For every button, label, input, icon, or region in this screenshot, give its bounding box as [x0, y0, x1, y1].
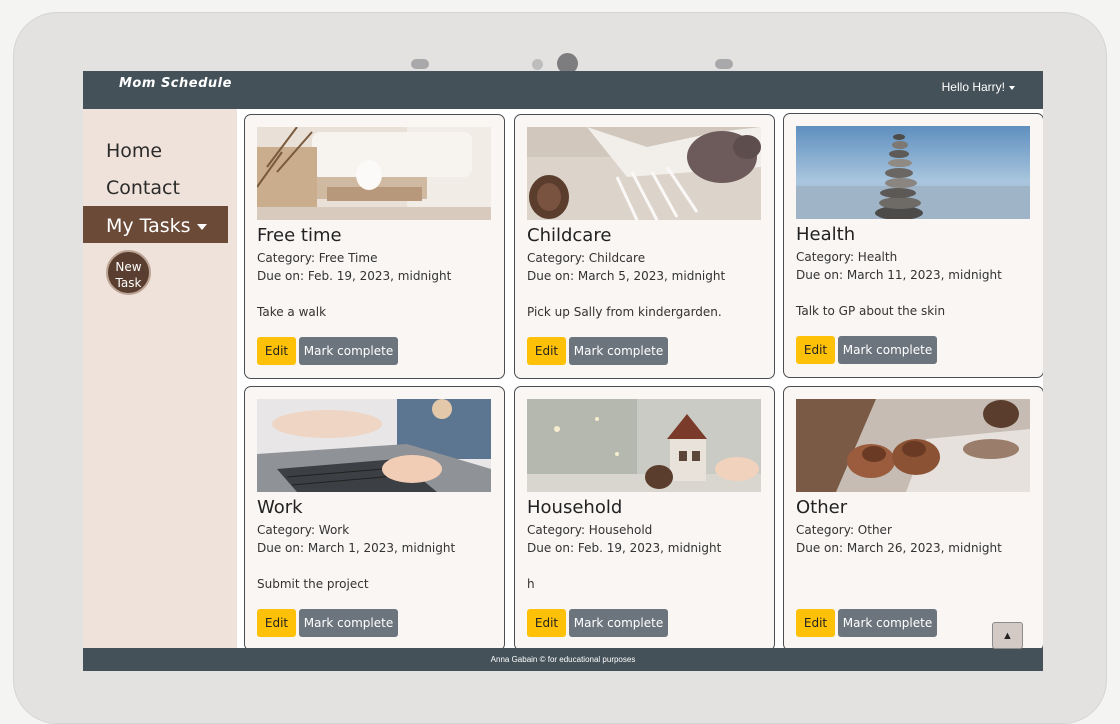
new-task-label-line2: Task	[115, 275, 142, 290]
task-card-work: Work Category: Work Due on: March 1, 202…	[244, 386, 505, 651]
task-card-health: Health Category: Health Due on: March 11…	[783, 113, 1043, 378]
task-card-other: Other Category: Other Due on: March 26, …	[783, 386, 1043, 651]
mark-complete-button[interactable]: Mark complete	[299, 337, 398, 365]
task-image-work	[257, 399, 491, 492]
task-grid: Free time Category: Free Time Due on: Fe…	[237, 109, 1043, 651]
sidebar-item-my-tasks[interactable]: My Tasks	[83, 206, 228, 243]
task-card-free-time: Free time Category: Free Time Due on: Fe…	[244, 114, 505, 379]
new-task-label-line1: New	[115, 259, 142, 274]
task-image-other	[796, 399, 1030, 492]
edit-button[interactable]: Edit	[796, 609, 835, 637]
task-category: Category: Other	[796, 523, 892, 537]
task-description: Talk to GP about the skin	[796, 304, 946, 318]
task-category: Category: Household	[527, 523, 653, 537]
task-image-health	[796, 126, 1030, 219]
footer: Anna Gabain © for educational purposes	[83, 648, 1043, 671]
chevron-down-icon	[1009, 85, 1015, 90]
edit-button[interactable]: Edit	[257, 609, 296, 637]
task-title: Other	[796, 497, 848, 518]
sidebar-item-contact[interactable]: Contact	[106, 177, 180, 199]
edit-button[interactable]: Edit	[527, 609, 566, 637]
task-description: h	[527, 577, 535, 591]
edit-button[interactable]: Edit	[527, 337, 566, 365]
task-due-date: Due on: March 11, 2023, midnight	[796, 268, 1002, 282]
task-title: Health	[796, 224, 856, 245]
task-due-date: Due on: March 5, 2023, midnight	[527, 269, 726, 283]
mark-complete-button[interactable]: Mark complete	[299, 609, 398, 637]
task-title: Free time	[257, 225, 342, 246]
footer-text: Anna Gabain © for educational purposes	[490, 655, 636, 664]
scroll-to-top-button[interactable]: ▲	[992, 622, 1023, 649]
task-card-household: Household Category: Household Due on: Fe…	[514, 386, 775, 651]
new-task-button[interactable]: New Task	[106, 250, 151, 295]
task-description: Pick up Sally from kindergarden.	[527, 305, 722, 319]
task-image-childcare	[527, 127, 761, 220]
task-due-date: Due on: Feb. 19, 2023, midnight	[527, 541, 722, 555]
sidebar-item-home[interactable]: Home	[106, 140, 162, 162]
edit-button[interactable]: Edit	[796, 336, 835, 364]
task-card-childcare: Childcare Category: Childcare Due on: Ma…	[514, 114, 775, 379]
task-due-date: Due on: March 26, 2023, midnight	[796, 541, 1002, 555]
task-title: Work	[257, 497, 303, 518]
task-category: Category: Work	[257, 523, 350, 537]
sidebar-item-label: My Tasks	[106, 215, 191, 237]
mark-complete-button[interactable]: Mark complete	[838, 336, 937, 364]
app-screen: Mom Schedule Hello Harry! Home Contact M…	[83, 71, 1043, 671]
mark-complete-button[interactable]: Mark complete	[569, 337, 668, 365]
mark-complete-button[interactable]: Mark complete	[569, 609, 668, 637]
brand-logo[interactable]: Mom Schedule	[119, 76, 232, 91]
task-due-date: Due on: March 1, 2023, midnight	[257, 541, 456, 555]
sidebar: Home Contact My Tasks New Task	[83, 109, 237, 648]
mark-complete-button[interactable]: Mark complete	[838, 609, 937, 637]
task-image-free-time	[257, 127, 491, 220]
task-image-household	[527, 399, 761, 492]
user-greeting: Hello Harry!	[941, 80, 1005, 94]
edit-button[interactable]: Edit	[257, 337, 296, 365]
task-category: Category: Free Time	[257, 251, 378, 265]
light-sensor	[532, 59, 543, 70]
task-title: Childcare	[527, 225, 612, 246]
user-menu-dropdown[interactable]: Hello Harry!	[942, 80, 1015, 94]
caret-down-icon	[196, 223, 207, 230]
task-category: Category: Health	[796, 250, 898, 264]
top-navbar: Mom Schedule Hello Harry!	[83, 71, 1043, 109]
task-description: Take a walk	[257, 305, 327, 319]
task-category: Category: Childcare	[527, 251, 646, 265]
task-description: Submit the project	[257, 577, 369, 591]
task-title: Household	[527, 497, 623, 518]
speaker-slot-right	[715, 59, 733, 69]
speaker-slot-left	[411, 59, 429, 69]
task-due-date: Due on: Feb. 19, 2023, midnight	[257, 269, 452, 283]
